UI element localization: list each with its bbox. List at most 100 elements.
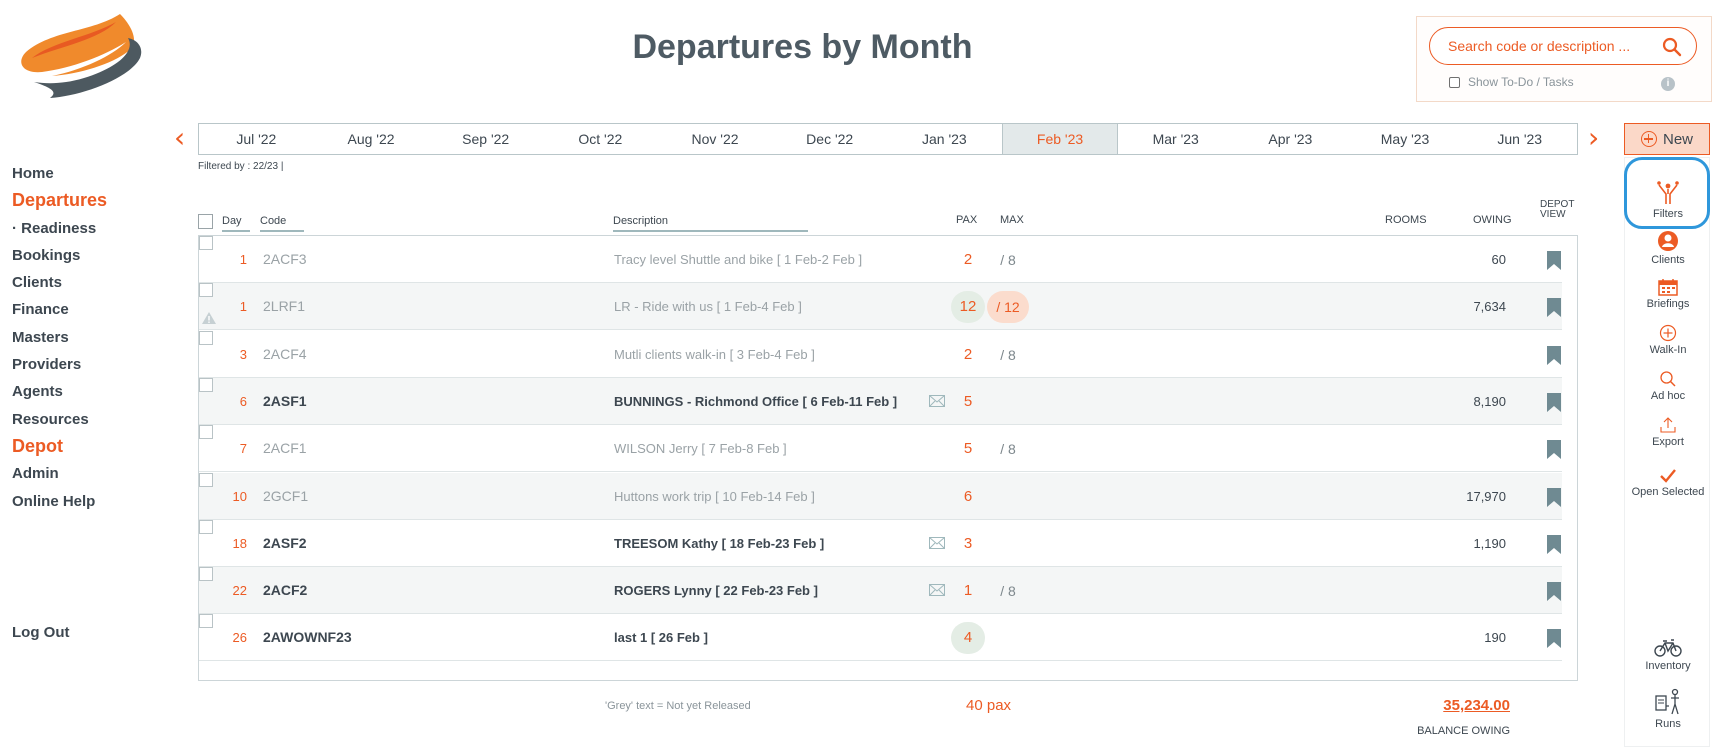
bookmark-icon[interactable] — [1547, 534, 1561, 554]
row-checkbox[interactable] — [199, 425, 213, 440]
open-selected-tool[interactable]: Open Selected — [1625, 468, 1711, 498]
row-code[interactable]: 2LRF1 — [263, 298, 305, 314]
balance-owing-total[interactable]: 35,234.00 — [1400, 697, 1510, 714]
nav-departures[interactable]: Departures — [12, 187, 107, 214]
bookmark-icon[interactable] — [1547, 582, 1561, 602]
row-checkbox[interactable] — [199, 377, 213, 392]
month-tab[interactable]: Mar '23 — [1118, 124, 1233, 154]
nav-masters[interactable]: Masters — [12, 324, 107, 351]
row-description[interactable]: BUNNINGS - Richmond Office [ 6 Feb-11 Fe… — [614, 394, 897, 409]
month-tab[interactable]: Sep '22 — [428, 124, 543, 154]
table-row[interactable]: 18 2ASF2 TREESOM Kathy [ 18 Feb-23 Feb ] 3 1… — [199, 519, 1562, 567]
select-all-checkbox[interactable] — [198, 214, 213, 229]
month-tab[interactable]: May '23 — [1348, 124, 1463, 154]
prev-month-arrow[interactable]: ‹ — [174, 124, 185, 152]
info-icon[interactable]: i — [1661, 77, 1675, 91]
briefings-tool[interactable]: Briefings — [1625, 278, 1711, 310]
nav-agents[interactable]: Agents — [12, 378, 107, 405]
row-code[interactable]: 2ACF3 — [263, 251, 307, 267]
nav-readiness[interactable]: · Readiness — [12, 215, 107, 242]
bookmark-icon[interactable] — [1547, 487, 1561, 507]
table-row[interactable]: 6 2ASF1 BUNNINGS - Richmond Office [ 6 Feb… — [199, 377, 1562, 425]
show-todo-checkbox[interactable] — [1449, 76, 1460, 88]
mail-icon[interactable] — [929, 394, 945, 407]
row-checkbox[interactable] — [199, 614, 213, 629]
row-checkbox[interactable] — [199, 519, 213, 534]
row-code[interactable]: 2ACF2 — [263, 582, 307, 598]
clients-tool[interactable]: Clients — [1625, 230, 1711, 266]
export-tool[interactable]: Export — [1625, 416, 1711, 448]
header-day[interactable]: Day — [222, 215, 250, 232]
bookmark-icon[interactable] — [1547, 345, 1561, 365]
bookmark-icon[interactable] — [1547, 298, 1561, 318]
nav-bookings[interactable]: Bookings — [12, 242, 107, 269]
nav-home[interactable]: Home — [12, 160, 107, 187]
month-tab[interactable]: Apr '23 — [1233, 124, 1348, 154]
row-day: 10 — [232, 488, 247, 504]
row-description[interactable]: WILSON Jerry [ 7 Feb-8 Feb ] — [614, 441, 787, 456]
header-description[interactable]: Description — [613, 215, 808, 232]
nav-online-help[interactable]: Online Help — [12, 488, 107, 515]
month-tab[interactable]: Dec '22 — [772, 124, 887, 154]
search-icon[interactable] — [1662, 37, 1682, 57]
row-description[interactable]: TREESOM Kathy [ 18 Feb-23 Feb ] — [614, 536, 824, 551]
mail-icon[interactable] — [929, 536, 945, 549]
month-tab[interactable]: Aug '22 — [314, 124, 429, 154]
row-code[interactable]: 2ASF2 — [263, 535, 307, 551]
row-checkbox[interactable] — [199, 567, 213, 582]
show-todo-toggle[interactable]: Show To-Do / Tasks — [1449, 75, 1574, 89]
row-code[interactable]: 2AWOWNF23 — [263, 629, 352, 645]
month-tab[interactable]: Jun '23 — [1462, 124, 1577, 154]
row-code[interactable]: 2ACF4 — [263, 346, 307, 362]
row-description[interactable]: Huttons work trip [ 10 Feb-14 Feb ] — [614, 489, 815, 504]
bookmark-icon[interactable] — [1547, 251, 1561, 270]
row-checkbox[interactable] — [199, 236, 213, 250]
month-tabs: Jul '22 Aug '22 Sep '22 Oct '22 Nov '22 Dec '… — [198, 123, 1578, 155]
logout-link[interactable]: Log Out — [12, 624, 69, 641]
table-row[interactable]: 26 2AWOWNF23 last 1 [ 26 Feb ] 4 190 — [199, 614, 1562, 662]
nav-clients[interactable]: Clients — [12, 269, 107, 296]
search-placeholder: Search code or description ... — [1448, 38, 1631, 54]
month-tab[interactable]: Feb '23 — [1001, 124, 1119, 154]
walkin-tool[interactable]: Walk-In — [1625, 324, 1711, 356]
nav-admin[interactable]: Admin — [12, 460, 107, 487]
bookmark-icon[interactable] — [1547, 392, 1561, 412]
row-description[interactable]: LR - Ride with us [ 1 Feb-4 Feb ] — [614, 299, 802, 314]
month-tab[interactable]: Jul '22 — [199, 124, 314, 154]
row-checkbox[interactable] — [199, 283, 213, 298]
nav-providers[interactable]: Providers — [12, 351, 107, 378]
new-button[interactable]: New — [1624, 123, 1710, 155]
table-row[interactable]: 10 2GCF1 Huttons work trip [ 10 Feb-14 Feb… — [199, 472, 1562, 520]
row-description[interactable]: Tracy level Shuttle and bike [ 1 Feb-2 F… — [614, 252, 862, 267]
row-pax: 2 — [963, 345, 973, 363]
row-code[interactable]: 2GCF1 — [263, 488, 308, 504]
mail-icon[interactable] — [929, 584, 945, 597]
header-code[interactable]: Code — [260, 215, 304, 232]
inventory-tool[interactable]: Inventory — [1625, 638, 1711, 672]
row-description[interactable]: last 1 [ 26 Feb ] — [614, 630, 708, 645]
row-description[interactable]: ROGERS Lynny [ 22 Feb-23 Feb ] — [614, 583, 818, 598]
table-row[interactable]: 1 2LRF1 LR - Ride with us [ 1 Feb-4 Feb ] 1… — [199, 283, 1562, 331]
month-tab[interactable]: Jan '23 — [887, 124, 1002, 154]
table-row[interactable]: 7 2ACF1 WILSON Jerry [ 7 Feb-8 Feb ] 5 / 8 — [199, 425, 1562, 473]
bookmark-icon[interactable] — [1547, 440, 1561, 460]
row-description[interactable]: Mutli clients walk-in [ 3 Feb-4 Feb ] — [614, 347, 815, 362]
header-max: MAX — [1000, 214, 1024, 226]
search-input[interactable]: Search code or description ... — [1429, 27, 1697, 65]
bookmark-icon[interactable] — [1547, 629, 1561, 649]
row-code[interactable]: 2ASF1 — [263, 393, 307, 409]
table-row[interactable]: 3 2ACF4 Mutli clients walk-in [ 3 Feb-4 Fe… — [199, 330, 1562, 378]
runs-tool[interactable]: Runs — [1625, 688, 1711, 730]
next-month-arrow[interactable]: › — [1588, 124, 1599, 152]
row-code[interactable]: 2ACF1 — [263, 440, 307, 456]
nav-resources[interactable]: Resources — [12, 406, 107, 433]
month-tab[interactable]: Nov '22 — [658, 124, 773, 154]
adhoc-tool[interactable]: Ad hoc — [1625, 370, 1711, 402]
nav-finance[interactable]: Finance — [12, 296, 107, 323]
nav-depot[interactable]: Depot — [12, 433, 107, 460]
month-tab[interactable]: Oct '22 — [543, 124, 658, 154]
table-row[interactable]: 1 2ACF3 Tracy level Shuttle and bike [ 1 F… — [199, 236, 1562, 283]
row-checkbox[interactable] — [199, 330, 213, 345]
row-checkbox[interactable] — [199, 472, 213, 487]
table-row[interactable]: 22 2ACF2 ROGERS Lynny [ 22 Feb-23 Feb ] 1 / … — [199, 567, 1562, 615]
